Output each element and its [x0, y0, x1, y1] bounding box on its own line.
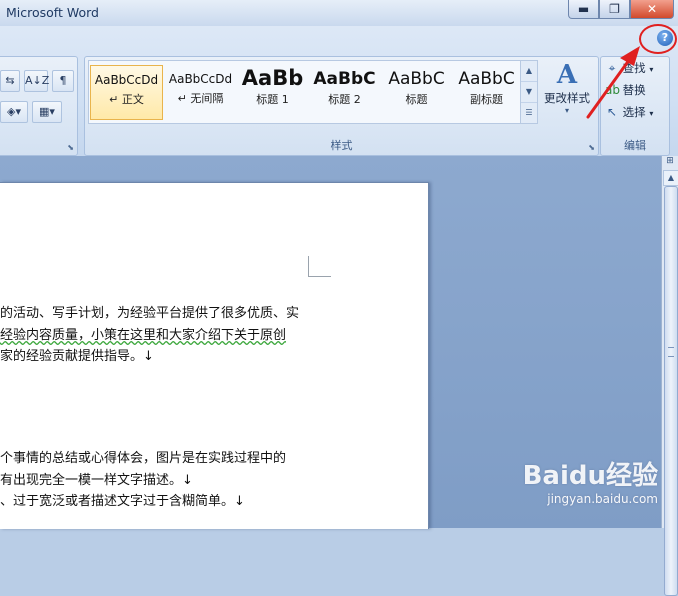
show-marks-button[interactable]: ¶ [52, 70, 74, 92]
chevron-down-icon: ▾ [649, 109, 654, 118]
style-name: ↵ 无间隔 [177, 92, 224, 105]
editing-group-label: 编辑 [624, 139, 646, 152]
style-name: 标题 1 [256, 93, 289, 106]
style-heading-1[interactable]: AaBb 标题 1 [237, 65, 308, 118]
style-gallery: AaBbCcDd ↵ 正文 AaBbCcDd ↵ 无间隔 AaBb 标题 1 A… [88, 60, 522, 124]
paragraph-launcher-icon[interactable]: ⬊ [67, 143, 74, 152]
watermark-logo: Baidu经验 [522, 461, 658, 491]
ruler-toggle-icon[interactable]: ⊞ [663, 156, 677, 168]
gallery-up-icon[interactable]: ▲ [521, 61, 537, 82]
scroll-thumb[interactable] [664, 186, 678, 596]
style-subtitle[interactable]: AaBbC 副标题 [451, 65, 522, 118]
styles-group-label: 样式 [330, 139, 353, 152]
replace-button[interactable]: ab 替换 [605, 82, 646, 98]
binoculars-icon: ⌖ [608, 61, 616, 75]
annotation-circle [639, 24, 677, 54]
style-preview: AaBb [241, 66, 304, 90]
doc-line[interactable]: 个事情的总结或心得体会，图片是在实践过程中的 [0, 447, 286, 466]
doc-line[interactable]: 的活动、写手计划，为经验平台提供了很多优质、实 [0, 302, 299, 321]
borders-button[interactable]: ▦▾ [32, 101, 62, 123]
gallery-more-icon[interactable]: ☰ [521, 103, 537, 123]
style-normal[interactable]: AaBbCcDd ↵ 正文 [90, 65, 163, 120]
change-styles-label: 更改样式 [544, 91, 590, 105]
style-no-spacing[interactable]: AaBbCcDd ↵ 无间隔 [165, 65, 236, 118]
gallery-down-icon[interactable]: ▼ [521, 82, 537, 103]
doc-line[interactable]: 经验内容质量，小策在这里和大家介绍下关于原创 [0, 324, 286, 343]
grip-icon [668, 347, 674, 357]
replace-icon: ab [605, 83, 620, 97]
cursor-icon: ↖ [606, 105, 618, 119]
style-name: 标题 [405, 93, 428, 106]
style-preview: AaBbCcDd [94, 73, 159, 87]
find-button[interactable]: ⌖ 查找 ▾ [605, 60, 654, 76]
change-styles-button[interactable]: A 更改样式 ▾ [540, 60, 594, 126]
margin-corner-mark [308, 256, 331, 277]
style-name: ↵ 正文 [109, 93, 144, 106]
style-preview: AaBbC [458, 69, 515, 89]
doc-line[interactable]: 、过于宽泛或者描述文字过于含糊简单。↓ [0, 490, 245, 509]
style-preview: AaBbC [388, 69, 445, 89]
chevron-down-icon: ▾ [564, 106, 569, 115]
chevron-down-icon: ▾ [649, 65, 654, 74]
sort-button[interactable]: A↓Z [24, 70, 49, 92]
style-name: 副标题 [470, 93, 503, 106]
replace-label: 替换 [622, 83, 646, 97]
doc-line[interactable]: 有出现完全一模一样文字描述。↓ [0, 469, 193, 488]
style-preview: AaBbC [313, 69, 376, 89]
style-preview: AaBbCcDd [168, 72, 233, 86]
watermark-url: jingyan.baidu.com [547, 492, 658, 506]
change-styles-icon: A [556, 60, 578, 90]
style-gallery-scroll: ▲ ▼ ☰ [520, 60, 538, 124]
select-button[interactable]: ↖ 选择 ▾ [605, 104, 653, 120]
style-title[interactable]: AaBbC 标题 [381, 65, 452, 118]
close-button[interactable]: ✕ [630, 0, 674, 19]
window-title: Microsoft Word [6, 5, 99, 20]
scroll-up-icon[interactable]: ▲ [663, 170, 678, 186]
vertical-scrollbar[interactable]: ⊞ ▲ [661, 156, 678, 596]
find-label: 查找 [622, 61, 646, 75]
title-bar: Microsoft Word ▬ ❐ ✕ [0, 0, 678, 27]
style-name: 标题 2 [328, 93, 361, 106]
select-label: 选择 [622, 105, 646, 119]
window-controls: ▬ ❐ ✕ [568, 0, 674, 20]
multilevel-list-button[interactable]: ⇆ [0, 70, 20, 92]
doc-line-text: 经验内容质量，小策在这里和大家介绍下关于原创 [0, 328, 287, 343]
shading-button[interactable]: ◈▾ [0, 101, 28, 123]
doc-line[interactable]: 家的经验贡献提供指导。↓ [0, 345, 154, 364]
style-heading-2[interactable]: AaBbC 标题 2 [309, 65, 380, 118]
styles-launcher-icon[interactable]: ⬊ [588, 143, 595, 152]
baidu-watermark: Baidu经验 jingyan.baidu.com [523, 455, 658, 506]
minimize-button[interactable]: ▬ [568, 0, 599, 19]
restore-button[interactable]: ❐ [599, 0, 630, 19]
